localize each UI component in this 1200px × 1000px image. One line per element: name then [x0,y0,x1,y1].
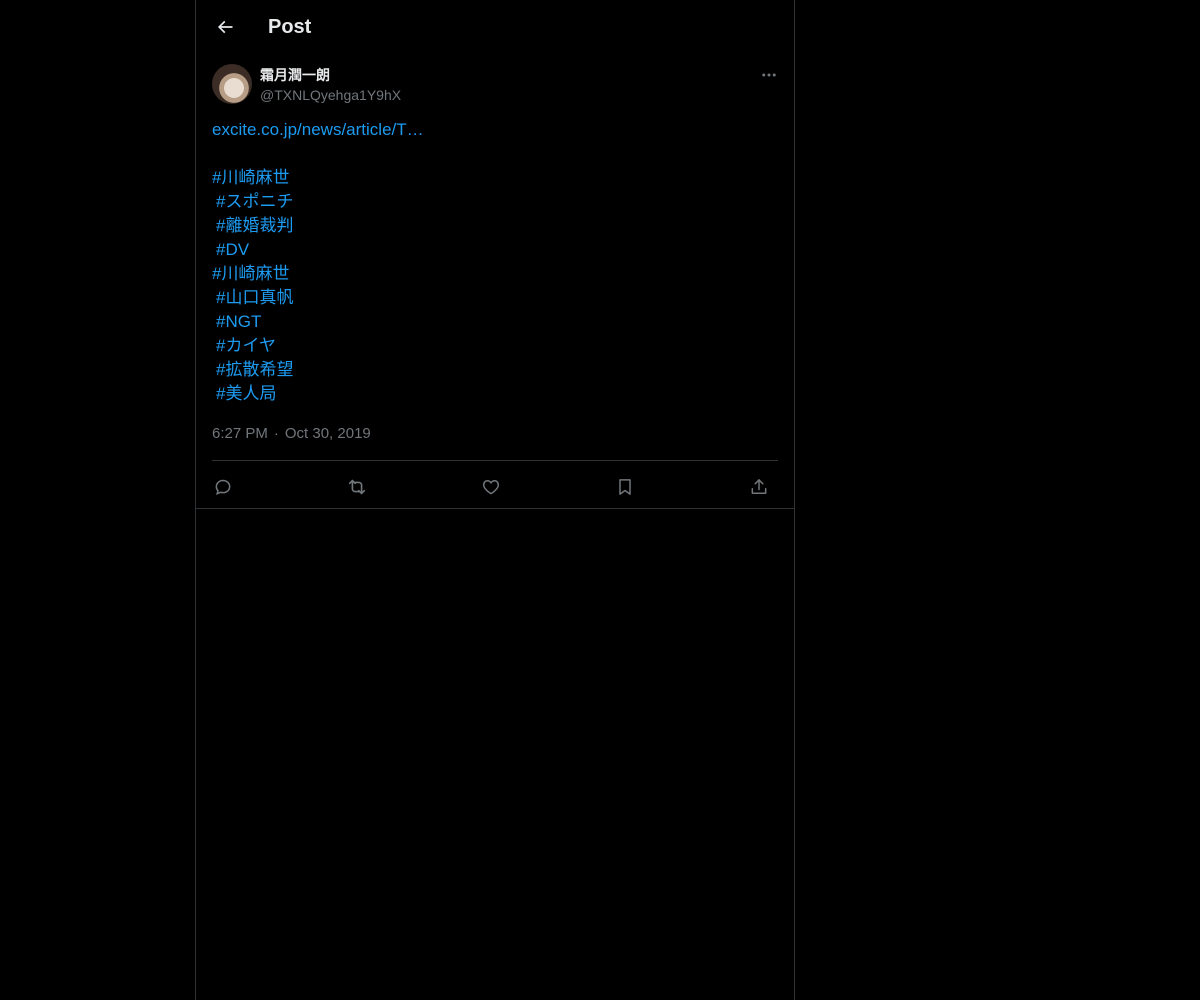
hashtag-link[interactable]: #山口真帆 [212,286,778,310]
line-break [212,142,778,166]
hashtag-link[interactable]: #DV [212,238,778,262]
back-button[interactable] [208,10,242,44]
hashtag-link[interactable]: #川崎麻世 [212,262,778,286]
author-display-name[interactable]: 霜月潤一朗 [260,66,330,84]
more-icon [760,66,778,84]
repost-icon [346,476,368,498]
post-time[interactable]: 6:27 PM [212,425,268,442]
post-detail: 霜月潤一朗 @TXNLQyehga1Y9hX excite.co.jp/news… [196,54,794,509]
bookmark-icon [615,477,635,497]
repost-button[interactable] [342,472,372,502]
hashtag-link[interactable]: #美人局 [212,382,778,406]
arrow-left-icon [215,17,235,37]
reply-icon [213,477,233,497]
timestamp-separator: · [273,425,279,442]
post-date[interactable]: Oct 30, 2019 [285,425,371,442]
divider [212,460,778,461]
reply-button[interactable] [208,472,238,502]
heart-icon [481,477,501,497]
post-text: excite.co.jp/news/article/T… #川崎麻世 #スポニチ… [212,118,778,406]
hashtag-link[interactable]: #NGT [212,310,778,334]
avatar[interactable] [212,64,252,104]
hashtag-link[interactable]: #カイヤ [212,334,778,358]
external-link[interactable]: excite.co.jp/news/article/T… [212,118,778,142]
author-handle[interactable]: @TXNLQyehga1Y9hX [260,86,401,104]
more-options-button[interactable] [756,64,782,86]
hashtag-link[interactable]: #拡散希望 [212,358,778,382]
page-title: Post [268,16,312,38]
share-icon [749,477,769,497]
hashtag-link[interactable]: #離婚裁判 [212,214,778,238]
hashtag-list: #川崎麻世 #スポニチ #離婚裁判 #DV #川崎麻世 #山口真帆 #NGT #… [212,166,778,406]
like-button[interactable] [476,472,506,502]
bookmark-button[interactable] [610,472,640,502]
action-bar [212,468,778,502]
hashtag-link[interactable]: #スポニチ [212,190,778,214]
post-timestamp: 6:27 PM · Oct 30, 2019 [212,424,371,444]
top-bar: Post [196,0,794,54]
timeline-column: Post 霜月潤一朗 @TXNLQyehga1Y9hX excite.co.jp… [195,0,795,1000]
hashtag-link[interactable]: #川崎麻世 [212,166,778,190]
share-button[interactable] [744,472,774,502]
